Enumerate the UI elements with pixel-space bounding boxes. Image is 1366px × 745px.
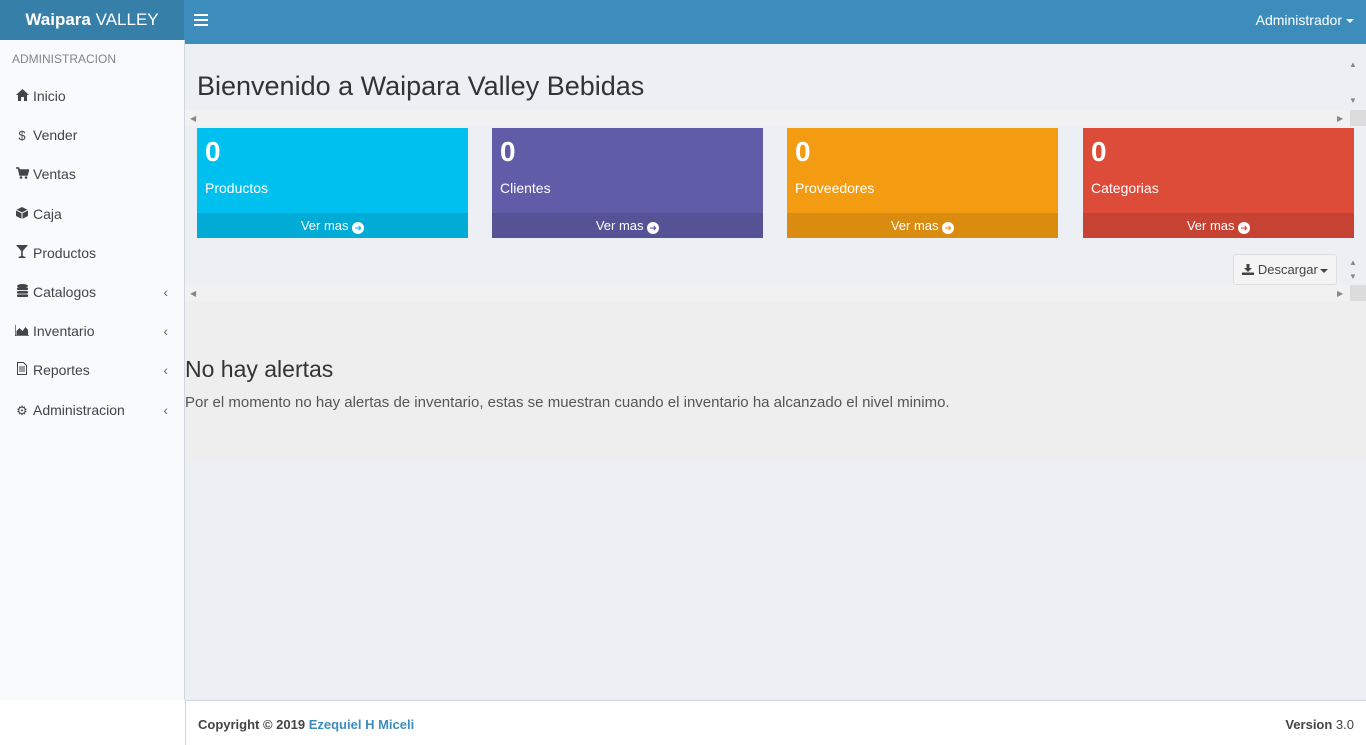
database-icon [15, 275, 29, 311]
sidebar-item-label: Vender [33, 127, 78, 144]
sidebar-item-label: Inicio [33, 88, 66, 104]
cart-icon [15, 157, 30, 193]
sidebar-toggle-button[interactable] [194, 14, 208, 28]
logo-bold: Waipara [25, 10, 91, 29]
ver-mas-label: Ver mas [300, 218, 349, 233]
caret-down-icon [1346, 19, 1354, 24]
sidebar: ADMINISTRACION Inicio $ Vender Ventas Caj… [0, 40, 185, 700]
chevron-left-icon: ‹ [163, 323, 168, 340]
sidebar-item-reportes[interactable]: Reportes ‹ [0, 352, 184, 391]
scroll-down-arrow[interactable]: ▼ [1349, 272, 1357, 281]
scrollbar-corner [1350, 110, 1366, 126]
arrow-circle-right-icon: ➜ [352, 222, 365, 234]
sidebar-item-label: Productos [33, 244, 97, 261]
ver-mas-label: Ver mas [890, 218, 939, 233]
scroll-left-arrow[interactable]: ◀ [190, 114, 196, 123]
horizontal-scrollbar[interactable]: ◀ ▶ [185, 285, 1366, 301]
ver-mas-label: Ver mas [1186, 218, 1235, 233]
footer: Copyright © 2019 Ezequiel H Miceli Versi… [0, 700, 1366, 745]
ver-mas-link[interactable]: Ver mas ➜ [492, 213, 763, 238]
ver-mas-link[interactable]: Ver mas ➜ [1083, 213, 1354, 238]
home-icon [15, 79, 29, 115]
arrow-circle-right-icon: ➜ [942, 222, 955, 234]
logo[interactable]: Waipara VALLEY [0, 0, 184, 40]
stat-label: Categorias [1091, 180, 1159, 196]
stat-box-clientes: 0 Clientes Ver mas ➜ [492, 128, 763, 238]
version: Version 3.0 [1285, 717, 1354, 732]
sidebar-section-header: ADMINISTRACION [12, 52, 117, 66]
logo-rest: VALLEY [90, 10, 159, 29]
user-menu[interactable]: Administrador [1256, 0, 1354, 44]
ver-mas-label: Ver mas [595, 218, 644, 233]
sidebar-item-productos[interactable]: Productos [0, 235, 184, 274]
user-menu-label: Administrador [1255, 12, 1342, 28]
scroll-down-arrow[interactable]: ▼ [1349, 96, 1357, 105]
stat-box-proveedores: 0 Proveedores Ver mas ➜ [787, 128, 1058, 238]
sidebar-item-inicio[interactable]: Inicio [0, 78, 184, 117]
page-title: Bienvenido a Waipara Valley Bebidas [197, 71, 645, 101]
footer-bar: Copyright © 2019 Ezequiel H Miceli Versi… [185, 700, 1366, 745]
version-value: 3.0 [1332, 717, 1354, 732]
stat-label: Clientes [500, 180, 551, 196]
cube-icon [15, 197, 29, 233]
ver-mas-link[interactable]: Ver mas ➜ [197, 213, 468, 238]
sidebar-item-administracion[interactable]: ⚙ Administracion ‹ [0, 392, 184, 431]
scroll-up-arrow[interactable]: ▲ [1349, 258, 1357, 267]
scroll-left-arrow[interactable]: ◀ [190, 289, 196, 298]
copyright: Copyright © 2019 Ezequiel H Miceli [198, 717, 414, 732]
top-navbar: Waipara VALLEY Administrador [0, 0, 1366, 44]
sidebar-item-label: Reportes [33, 362, 90, 379]
author-link[interactable]: Ezequiel H Miceli [309, 717, 414, 732]
hamburger-line [194, 24, 208, 26]
sidebar-item-label: Administracion [33, 401, 125, 418]
arrow-circle-right-icon: ➜ [1238, 222, 1251, 234]
stat-value: 0 [1091, 136, 1107, 167]
stat-value: 0 [500, 136, 516, 167]
download-icon [1242, 264, 1255, 275]
chevron-left-icon: ‹ [163, 362, 168, 379]
scrollbar-corner [1350, 285, 1366, 301]
stat-box-productos: 0 Productos Ver mas ➜ [197, 128, 468, 238]
sidebar-item-caja[interactable]: Caja [0, 196, 184, 235]
scroll-right-arrow[interactable]: ▶ [1337, 289, 1343, 298]
stat-box-categorias: 0 Categorias Ver mas ➜ [1083, 128, 1354, 238]
glass-icon [15, 236, 29, 272]
sidebar-item-catalogos[interactable]: Catalogos ‹ [0, 274, 184, 313]
main-content: Bienvenido a Waipara Valley Bebidas ▲ ▼ … [185, 44, 1366, 700]
sidebar-item-label: Inventario [33, 323, 95, 340]
sidebar-item-label: Ventas [33, 166, 76, 183]
sidebar-item-vender[interactable]: $ Vender [0, 117, 184, 156]
gear-icon: ⚙ [16, 402, 28, 418]
chevron-left-icon: ‹ [163, 401, 168, 418]
stat-label: Productos [205, 180, 269, 196]
scroll-right-arrow[interactable]: ▶ [1337, 114, 1343, 123]
copyright-prefix: Copyright © 2019 [198, 717, 309, 732]
version-label: Version [1285, 717, 1333, 732]
hamburger-line [194, 19, 208, 21]
alerts-panel: No hay alertas Por el momento no hay ale… [185, 302, 1366, 462]
stat-value: 0 [795, 136, 811, 167]
area-chart-icon [14, 314, 29, 350]
download-label: Descargar [1257, 262, 1318, 277]
download-button[interactable]: Descargar [1233, 254, 1337, 285]
sidebar-item-label: Caja [33, 205, 62, 222]
hamburger-icon [194, 14, 208, 16]
dollar-icon: $ [18, 128, 26, 144]
sidebar-item-ventas[interactable]: Ventas [0, 156, 184, 195]
stat-label: Proveedores [795, 180, 875, 196]
caret-down-icon [1319, 268, 1328, 273]
stat-value: 0 [205, 136, 221, 167]
chevron-left-icon: ‹ [163, 283, 168, 300]
sidebar-item-label: Catalogos [33, 283, 97, 300]
sidebar-item-inventario[interactable]: Inventario ‹ [0, 313, 184, 352]
alerts-text: Por el momento no hay alertas de inventa… [185, 394, 950, 411]
ver-mas-link[interactable]: Ver mas ➜ [787, 213, 1058, 238]
scroll-up-arrow[interactable]: ▲ [1349, 60, 1357, 69]
file-text-icon [15, 353, 29, 389]
horizontal-scrollbar[interactable]: ◀ ▶ [185, 110, 1366, 126]
alerts-title: No hay alertas [185, 356, 334, 382]
arrow-circle-right-icon: ➜ [647, 222, 660, 234]
